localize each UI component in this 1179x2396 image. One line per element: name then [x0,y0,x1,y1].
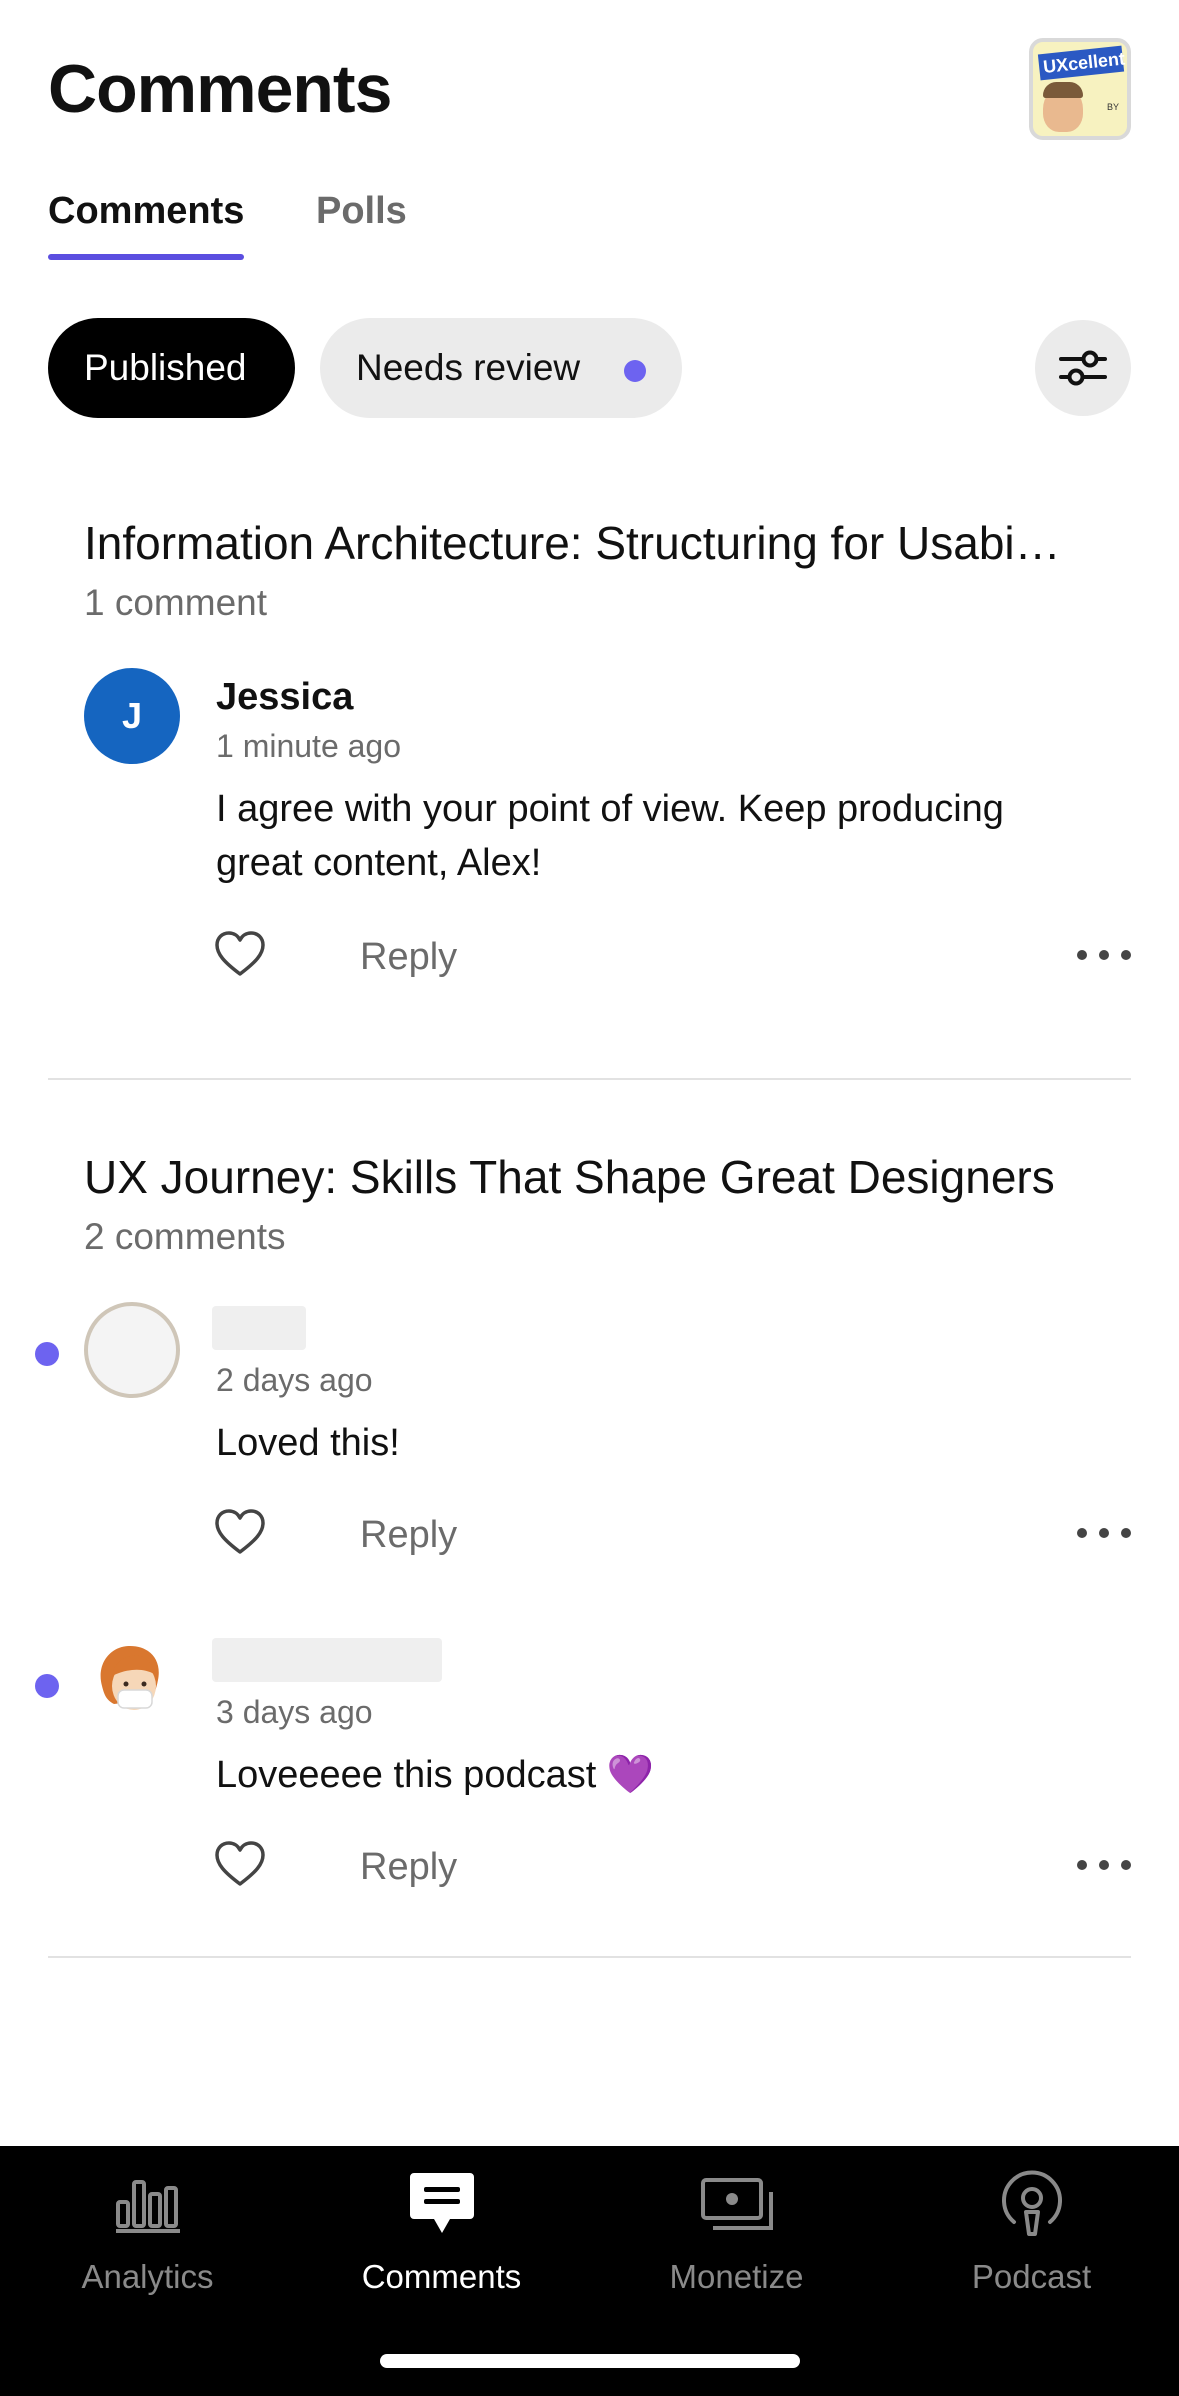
unread-indicator [35,1674,59,1698]
podcast-byline: BY [1106,102,1119,112]
dot [1099,950,1109,960]
heart-icon[interactable] [214,1840,266,1888]
nav-podcast[interactable]: Podcast [884,2168,1179,2318]
more-options-button[interactable] [1077,1858,1131,1872]
comment-item: J Jessica 1 minute ago I agree with your… [48,668,1131,998]
reply-button[interactable]: Reply [360,936,457,979]
redacted-author-name [212,1306,306,1350]
sliders-icon [1059,350,1107,386]
money-icon [700,2178,773,2230]
nav-analytics-label: Analytics [81,2258,214,2295]
episode-title[interactable]: Information Architecture: Structuring fo… [84,516,1131,570]
dot [1077,1528,1087,1538]
episode-section: Information Architecture: Structuring fo… [48,512,1131,1082]
dot [1099,1860,1109,1870]
comment-text: Loveeeee this podcast 💜 [216,1754,655,1796]
comment-item: 3 days ago Loveeeee this podcast 💜 Reply [35,1634,1131,1934]
needs-review-filter-chip[interactable]: Needs review [320,318,682,418]
comment-time: 3 days ago [216,1694,373,1730]
comment-count: 1 comment [84,582,268,623]
nav-podcast-label: Podcast [971,2258,1092,2295]
dot [1099,1528,1109,1538]
nav-monetize-label: Monetize [669,2258,804,2295]
more-options-button[interactable] [1077,1526,1131,1540]
bottom-navigation: Analytics Comments Monetize Podcast [0,2146,1179,2396]
episode-title[interactable]: UX Journey: Skills That Shape Great Desi… [84,1150,1131,1204]
filter-row: Published Needs review [48,318,1131,418]
comment-text: Loved this! [216,1422,400,1464]
reply-button[interactable]: Reply [360,1514,457,1557]
nav-comments-label: Comments [361,2258,522,2295]
avatar[interactable] [84,1302,180,1398]
bar-chart-icon [115,2180,180,2233]
dot [1077,1860,1087,1870]
host-hair [1043,82,1083,98]
comment-count: 2 comments [84,1216,286,1257]
podcast-cover-image[interactable]: UXcellent BY [1029,38,1131,140]
podcast-icon [1001,2170,1062,2236]
needs-review-dot [624,360,646,382]
page-title: Comments [48,51,392,127]
comment-time: 1 minute ago [216,728,402,764]
more-options-button[interactable] [1077,948,1131,962]
comment-text: I agree with your point of view. Keep pr… [216,788,1004,884]
nav-analytics[interactable]: Analytics [0,2168,295,2318]
heart-icon[interactable] [214,930,266,978]
nav-monetize[interactable]: Monetize [589,2168,884,2318]
reply-button[interactable]: Reply [360,1846,457,1889]
dot [1121,1528,1131,1538]
episode-section: UX Journey: Skills That Shape Great Desi… [35,1146,1131,1966]
unread-indicator [35,1342,59,1366]
avatar[interactable]: J [84,668,180,764]
podcast-logo: UXcellent [1037,45,1126,81]
needs-review-label: Needs review [356,347,581,388]
home-indicator[interactable] [380,2354,800,2368]
comment-item: 2 days ago Loved this! Reply [35,1302,1131,1602]
filter-settings-button[interactable] [1035,320,1131,416]
redacted-author-name [212,1638,442,1682]
comment-time: 2 days ago [216,1362,373,1398]
nav-comments[interactable]: Comments [294,2168,589,2318]
dot [1121,1860,1131,1870]
heart-icon[interactable] [214,1508,266,1556]
dot [1121,950,1131,960]
published-filter-chip[interactable]: Published [48,318,295,418]
section-divider [48,1078,1131,1080]
tab-comments[interactable]: Comments [48,190,244,233]
dot [1077,950,1087,960]
section-divider [48,1956,1131,1958]
tab-active-indicator [48,254,244,260]
comment-icon [409,2173,474,2233]
comment-author: Jessica [216,676,354,718]
avatar[interactable] [84,1634,180,1730]
tab-polls[interactable]: Polls [316,190,407,233]
header: Comments UXcellent BY [48,38,1131,150]
